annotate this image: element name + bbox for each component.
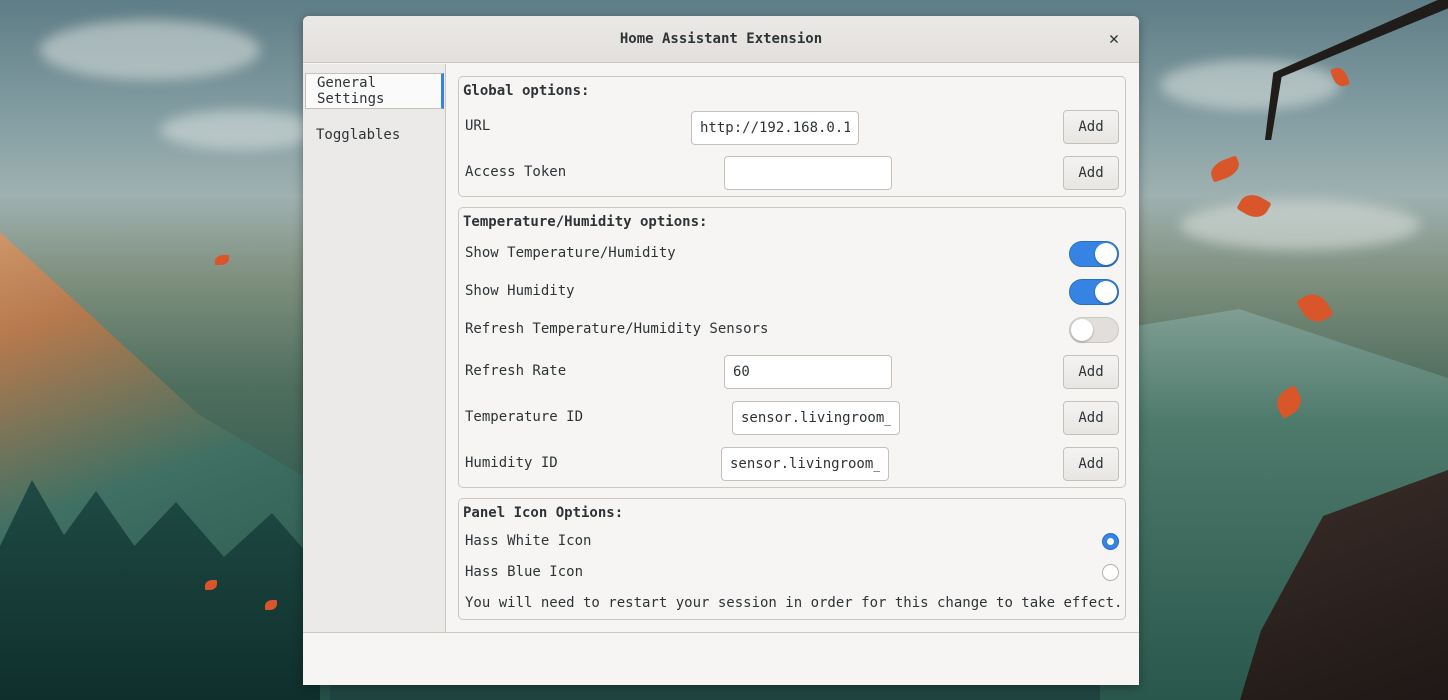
- add-button-label: Add: [1078, 364, 1104, 380]
- add-humidity-id-button[interactable]: Add: [1063, 447, 1119, 481]
- add-button-label: Add: [1078, 456, 1104, 472]
- add-temperature-id-button[interactable]: Add: [1063, 401, 1119, 435]
- hass-blue-icon-label: Hass Blue Icon: [465, 564, 584, 580]
- humidity-id-label: Humidity ID: [465, 455, 558, 471]
- hass-white-icon-radio[interactable]: [1102, 533, 1119, 550]
- show-humidity-label: Show Humidity: [465, 283, 575, 299]
- switch-knob: [1095, 243, 1117, 265]
- switch-knob: [1071, 319, 1093, 341]
- temperature-humidity-frame: Temperature/Humidity options: Show Tempe…: [458, 207, 1126, 488]
- sidebar-item-label: Togglables: [316, 127, 401, 143]
- panel-icon-title: Panel Icon Options:: [463, 505, 624, 521]
- add-button-label: Add: [1078, 165, 1104, 181]
- close-button[interactable]: ✕: [1103, 28, 1125, 50]
- global-options-frame: Global options: URL Add Access Token Add: [458, 76, 1126, 197]
- refresh-sensors-label: Refresh Temperature/Humidity Sensors: [465, 321, 769, 337]
- temperature-humidity-title: Temperature/Humidity options:: [463, 214, 708, 230]
- hass-white-icon-label: Hass White Icon: [465, 533, 592, 549]
- titlebar: Home Assistant Extension ✕: [303, 16, 1139, 63]
- sidebar-item-togglables[interactable]: Togglables: [305, 117, 444, 153]
- switch-knob: [1095, 281, 1117, 303]
- global-options-title: Global options:: [463, 83, 590, 99]
- settings-dialog: Home Assistant Extension ✕ General Setti…: [303, 16, 1139, 685]
- add-button-label: Add: [1078, 410, 1104, 426]
- add-access-token-button[interactable]: Add: [1063, 156, 1119, 190]
- temperature-id-label: Temperature ID: [465, 409, 584, 425]
- window-title: Home Assistant Extension: [619, 31, 823, 47]
- show-temperature-humidity-label: Show Temperature/Humidity: [465, 245, 676, 261]
- sidebar-item-label: General Settings: [317, 75, 385, 107]
- add-button-label: Add: [1078, 119, 1104, 135]
- hass-blue-icon-radio[interactable]: [1102, 564, 1119, 581]
- refresh-rate-label: Refresh Rate: [465, 363, 567, 379]
- settings-content: Global options: URL Add Access Token Add…: [446, 64, 1139, 632]
- close-icon: ✕: [1108, 29, 1120, 49]
- panel-icon-frame: Panel Icon Options: Hass White Icon Hass…: [458, 498, 1126, 620]
- refresh-sensors-switch[interactable]: [1069, 317, 1119, 343]
- restart-note: You will need to restart your session in…: [465, 595, 1123, 611]
- temperature-id-field[interactable]: [732, 401, 900, 435]
- access-token-field[interactable]: [724, 156, 892, 190]
- sidebar-item-general-settings[interactable]: General Settings: [305, 73, 444, 109]
- show-humidity-switch[interactable]: [1069, 279, 1119, 305]
- url-field[interactable]: [691, 111, 859, 145]
- sidebar: General Settings Togglables: [303, 64, 446, 632]
- access-token-label: Access Token: [465, 164, 567, 180]
- url-label: URL: [465, 118, 491, 134]
- show-temperature-humidity-switch[interactable]: [1069, 241, 1119, 267]
- humidity-id-field[interactable]: [721, 447, 889, 481]
- add-refresh-rate-button[interactable]: Add: [1063, 355, 1119, 389]
- dialog-footer: [303, 632, 1139, 685]
- add-url-button[interactable]: Add: [1063, 110, 1119, 144]
- refresh-rate-field[interactable]: [724, 355, 892, 389]
